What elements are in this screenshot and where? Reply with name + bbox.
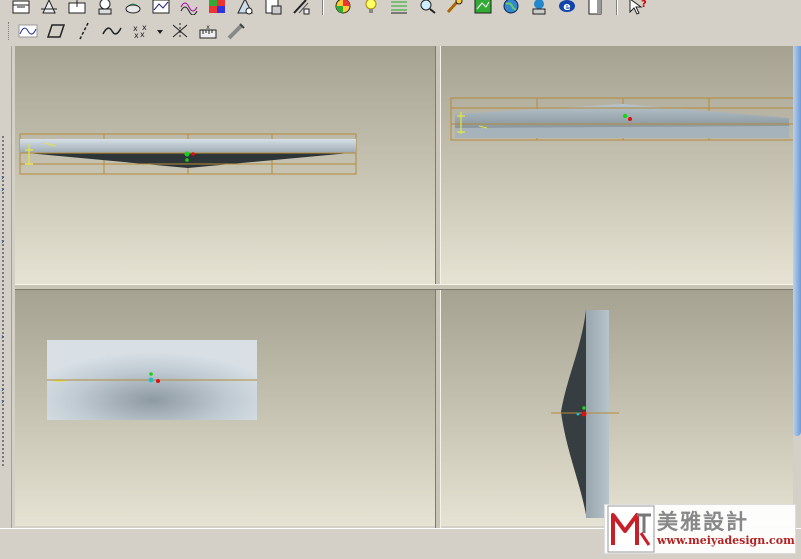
watermark-chinese: 美雅設計 [657, 510, 749, 534]
cad-application-window: e ? xxxx x › › › › › › 美雅設計 www.meiyades… [0, 0, 801, 559]
expand-arrow-icon[interactable]: › [1, 386, 4, 394]
browser-icon[interactable]: e [554, 0, 580, 17]
expand-arrow-icon[interactable]: › [1, 238, 4, 246]
svg-text:x: x [206, 24, 210, 31]
pivot-point [582, 406, 586, 410]
toolbar-separator [616, 0, 618, 15]
svg-text:x: x [142, 23, 147, 32]
horizontal-splitter[interactable] [15, 284, 793, 290]
appearance-icon[interactable] [330, 0, 356, 17]
svg-text:x: x [134, 31, 139, 40]
pivot-point [149, 372, 153, 376]
view-top-left[interactable] [15, 46, 435, 284]
datum-plane-icon[interactable] [8, 0, 34, 17]
pivot-point [148, 377, 154, 383]
watermark-logo [607, 505, 655, 553]
parallelogram-icon[interactable] [43, 20, 69, 42]
pivot-point [628, 117, 632, 121]
map-icon[interactable] [470, 0, 496, 17]
front-view-graphics [19, 133, 357, 175]
pivot-point [185, 158, 189, 162]
toolbar-separator [322, 0, 324, 15]
top-view-graphics [47, 340, 257, 420]
view-bottom-left[interactable] [15, 290, 435, 526]
help-pointer-icon[interactable]: ? [624, 0, 650, 17]
expand-arrow-icon[interactable]: › [1, 333, 4, 341]
curve-analysis-icon[interactable] [176, 0, 202, 17]
datum-point-icon[interactable] [92, 0, 118, 17]
pivot-point [184, 151, 190, 157]
spline-icon[interactable] [99, 20, 125, 42]
analysis-icon[interactable] [148, 0, 174, 17]
save-analysis-icon[interactable] [288, 0, 314, 17]
surface-analysis-icon[interactable] [204, 0, 230, 17]
watermark-text: 美雅設計 www.meiyadesign.com [657, 510, 795, 548]
pivot-point [576, 412, 580, 416]
watermark: 美雅設計 www.meiyadesign.com [604, 504, 796, 554]
model-plate[interactable] [20, 139, 356, 153]
coordinate-system-icon[interactable] [120, 0, 146, 17]
document-icon[interactable] [582, 0, 608, 17]
pivot-point [191, 152, 195, 156]
dropdown-arrow-icon[interactable] [155, 20, 165, 42]
draft-analysis-icon[interactable] [260, 0, 286, 17]
side-view-graphics [551, 310, 619, 518]
globe-icon[interactable] [498, 0, 524, 17]
model-side[interactable] [455, 126, 789, 138]
ruler-icon[interactable]: x [195, 20, 221, 42]
light-icon[interactable] [358, 0, 384, 17]
grid-icon[interactable] [386, 0, 412, 17]
iso-view-graphics [450, 97, 793, 141]
color-analysis-icon[interactable] [232, 0, 258, 17]
point-cross-icon[interactable]: xxxx [127, 20, 153, 42]
datum-axis-icon[interactable] [36, 0, 62, 17]
expand-arrow-icon[interactable]: › [1, 186, 4, 194]
right-scrollbar[interactable] [793, 46, 801, 436]
model-plate[interactable] [586, 310, 609, 518]
view-bottom-right[interactable] [441, 290, 793, 526]
intersect-icon[interactable] [167, 20, 193, 42]
datum-curve-icon[interactable] [64, 0, 90, 17]
left-dock-strip[interactable]: › › › › › › [0, 46, 12, 528]
sketch-toolbar: xxxx x [8, 20, 251, 42]
pivot-point [581, 411, 587, 417]
pivot-point [156, 379, 160, 383]
magnifier-icon[interactable] [414, 0, 440, 17]
svg-text:e: e [563, 0, 570, 13]
svg-text:?: ? [641, 0, 647, 10]
toolbar-grip[interactable] [8, 22, 11, 40]
sketch-tool-icon[interactable] [442, 0, 468, 17]
expand-arrow-icon[interactable]: › [1, 174, 4, 182]
view-top-right[interactable] [441, 46, 793, 284]
top-toolbar: e ? [8, 0, 652, 17]
expand-arrow-icon[interactable]: › [1, 398, 4, 406]
web-icon[interactable] [526, 0, 552, 17]
line-icon[interactable] [71, 20, 97, 42]
brush-icon[interactable] [223, 20, 249, 42]
watermark-url: www.meiyadesign.com [657, 534, 795, 547]
pivot-point [622, 113, 628, 119]
wave-curve-icon[interactable] [15, 20, 41, 42]
